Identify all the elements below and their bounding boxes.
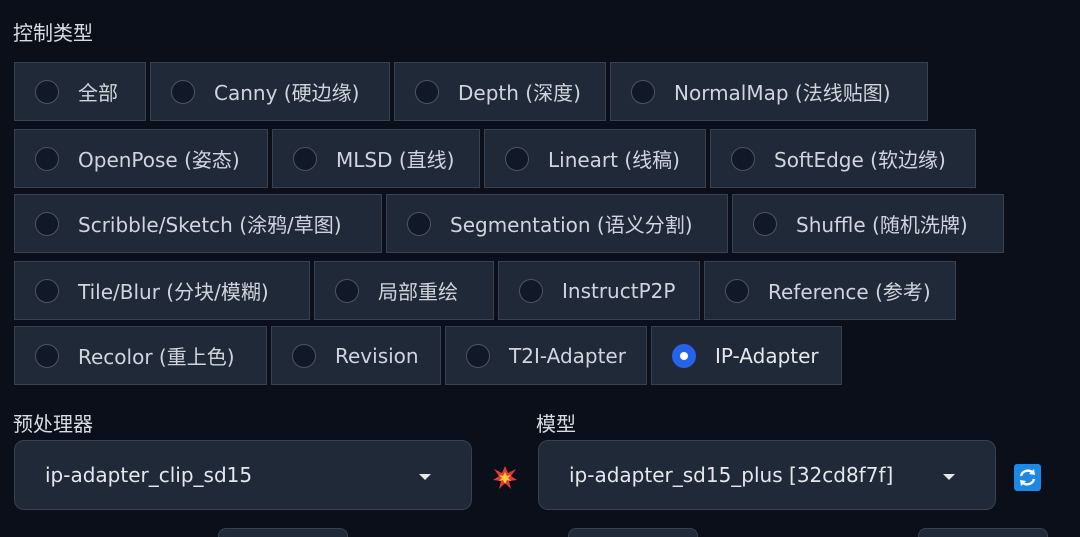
- option-label: Shuffle (随机洗牌): [796, 213, 968, 237]
- control-type-option-mlsd[interactable]: MLSD (直线): [272, 129, 480, 188]
- control-type-option-depth[interactable]: Depth (深度): [394, 62, 606, 121]
- radio-button-checked[interactable]: [672, 343, 696, 368]
- control-type-option-instructp2p[interactable]: InstructP2P: [498, 261, 700, 320]
- preprocessor-select[interactable]: ip-adapter_clip_sd15: [14, 440, 472, 510]
- partial-control: [218, 528, 348, 537]
- refresh-icon[interactable]: [1014, 464, 1041, 491]
- chevron-down-icon: [419, 474, 431, 480]
- control-type-option-inpaint[interactable]: 局部重绘: [314, 261, 494, 320]
- model-label: 模型: [536, 412, 576, 436]
- control-type-option-all[interactable]: 全部: [14, 62, 146, 121]
- control-type-option-recolor[interactable]: Recolor (重上色): [14, 326, 267, 385]
- option-label: IP-Adapter: [715, 343, 819, 368]
- option-label: Recolor (重上色): [78, 345, 235, 369]
- partial-control: [918, 528, 1048, 537]
- option-label: Reference (参考): [768, 280, 931, 304]
- option-label: 局部重绘: [378, 280, 458, 304]
- option-label: InstructP2P: [562, 278, 676, 303]
- option-label: Scribble/Sketch (涂鸦/草图): [78, 213, 342, 237]
- option-label: SoftEdge (软边缘): [774, 148, 946, 172]
- radio-button[interactable]: [505, 146, 529, 171]
- preprocessor-value: ip-adapter_clip_sd15: [45, 463, 253, 487]
- control-type-option-openpose[interactable]: OpenPose (姿态): [14, 129, 268, 188]
- control-type-row: Recolor (重上色) Revision T2I-Adapter IP-Ad…: [14, 326, 846, 385]
- option-label: MLSD (直线): [336, 148, 455, 172]
- control-type-label: 控制类型: [13, 21, 93, 45]
- option-label: T2I-Adapter: [509, 343, 626, 368]
- radio-button[interactable]: [35, 211, 59, 236]
- option-label: Revision: [335, 343, 419, 368]
- option-label: OpenPose (姿态): [78, 148, 240, 172]
- control-type-option-segmentation[interactable]: Segmentation (语义分割): [386, 194, 728, 253]
- radio-button[interactable]: [725, 278, 749, 303]
- radio-button[interactable]: [35, 79, 59, 104]
- control-type-option-softedge[interactable]: SoftEdge (软边缘): [710, 129, 976, 188]
- control-type-option-lineart[interactable]: Lineart (线稿): [484, 129, 706, 188]
- radio-button[interactable]: [466, 343, 490, 368]
- radio-button[interactable]: [35, 146, 59, 171]
- radio-button[interactable]: [753, 211, 777, 236]
- option-label: Tile/Blur (分块/模糊): [78, 280, 269, 304]
- radio-button[interactable]: [293, 146, 317, 171]
- control-type-option-ip-adapter[interactable]: IP-Adapter: [651, 326, 842, 385]
- control-type-option-reference[interactable]: Reference (参考): [704, 261, 956, 320]
- model-select[interactable]: ip-adapter_sd15_plus [32cd8f7f]: [538, 440, 996, 510]
- control-type-option-tile[interactable]: Tile/Blur (分块/模糊): [14, 261, 310, 320]
- control-type-row: Tile/Blur (分块/模糊) 局部重绘 InstructP2P Refer…: [14, 261, 960, 320]
- option-label: NormalMap (法线贴图): [674, 81, 891, 105]
- control-type-option-t2i-adapter[interactable]: T2I-Adapter: [445, 326, 647, 385]
- chevron-down-icon: [943, 474, 955, 480]
- radio-button[interactable]: [35, 278, 59, 303]
- radio-button[interactable]: [35, 343, 59, 368]
- control-type-option-revision[interactable]: Revision: [271, 326, 441, 385]
- explosion-icon[interactable]: [492, 465, 518, 491]
- control-type-option-scribble[interactable]: Scribble/Sketch (涂鸦/草图): [14, 194, 382, 253]
- option-label: 全部: [78, 81, 118, 105]
- radio-button[interactable]: [631, 79, 655, 104]
- radio-button[interactable]: [415, 79, 439, 104]
- option-label: Lineart (线稿): [548, 148, 680, 172]
- control-type-row: OpenPose (姿态) MLSD (直线) Lineart (线稿) Sof…: [14, 129, 980, 188]
- control-type-row: Scribble/Sketch (涂鸦/草图) Segmentation (语义…: [14, 194, 1008, 253]
- partial-control: [568, 528, 698, 537]
- option-label: Canny (硬边缘): [214, 81, 360, 105]
- radio-button[interactable]: [519, 278, 543, 303]
- radio-button[interactable]: [171, 79, 195, 104]
- control-type-option-shuffle[interactable]: Shuffle (随机洗牌): [732, 194, 1004, 253]
- model-value: ip-adapter_sd15_plus [32cd8f7f]: [569, 463, 894, 487]
- radio-button[interactable]: [292, 343, 316, 368]
- option-label: Depth (深度): [458, 81, 581, 105]
- radio-button[interactable]: [335, 278, 359, 303]
- option-label: Segmentation (语义分割): [450, 213, 693, 237]
- control-type-option-normalmap[interactable]: NormalMap (法线贴图): [610, 62, 928, 121]
- radio-button[interactable]: [731, 146, 755, 171]
- preprocessor-label: 预处理器: [13, 412, 93, 436]
- radio-button[interactable]: [407, 211, 431, 236]
- control-type-row: 全部 Canny (硬边缘) Depth (深度) NormalMap (法线贴…: [14, 62, 932, 121]
- control-type-option-canny[interactable]: Canny (硬边缘): [150, 62, 390, 121]
